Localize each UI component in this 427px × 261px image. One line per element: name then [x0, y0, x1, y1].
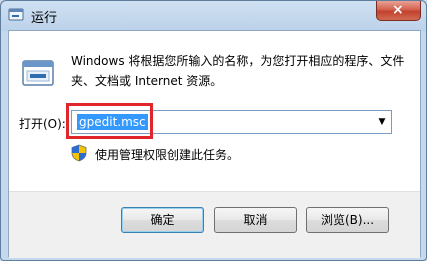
description-text: Windows 将根据您所输入的名称，为您打开相应的程序、文件夹、文档或 Int… [71, 54, 405, 88]
dropdown-arrow-icon[interactable]: ▼ [375, 114, 389, 130]
window-title: 运行 [31, 11, 58, 26]
browse-button[interactable]: 浏览(B)... [306, 207, 389, 233]
ok-button[interactable]: 确定 [121, 207, 204, 233]
run-dialog: 运行 × Windows 将根据您所输入的名称，为您打开相应的程序、文件夹、文档… [0, 0, 427, 261]
run-app-icon [8, 8, 24, 21]
close-icon: × [392, 2, 404, 18]
dialog-content: Windows 将根据您所输入的名称，为您打开相应的程序、文件夹、文档或 Int… [8, 30, 421, 258]
admin-note: 使用管理权限创建此任务。 [95, 148, 240, 162]
title-bar[interactable]: 运行 × [1, 1, 426, 29]
close-button[interactable]: × [376, 1, 421, 21]
open-label: 打开(O): [19, 117, 66, 131]
run-program-icon [22, 60, 54, 86]
annotation-highlight-box [66, 103, 153, 139]
uac-shield-icon [71, 144, 87, 162]
cancel-button[interactable]: 取消 [214, 207, 297, 233]
